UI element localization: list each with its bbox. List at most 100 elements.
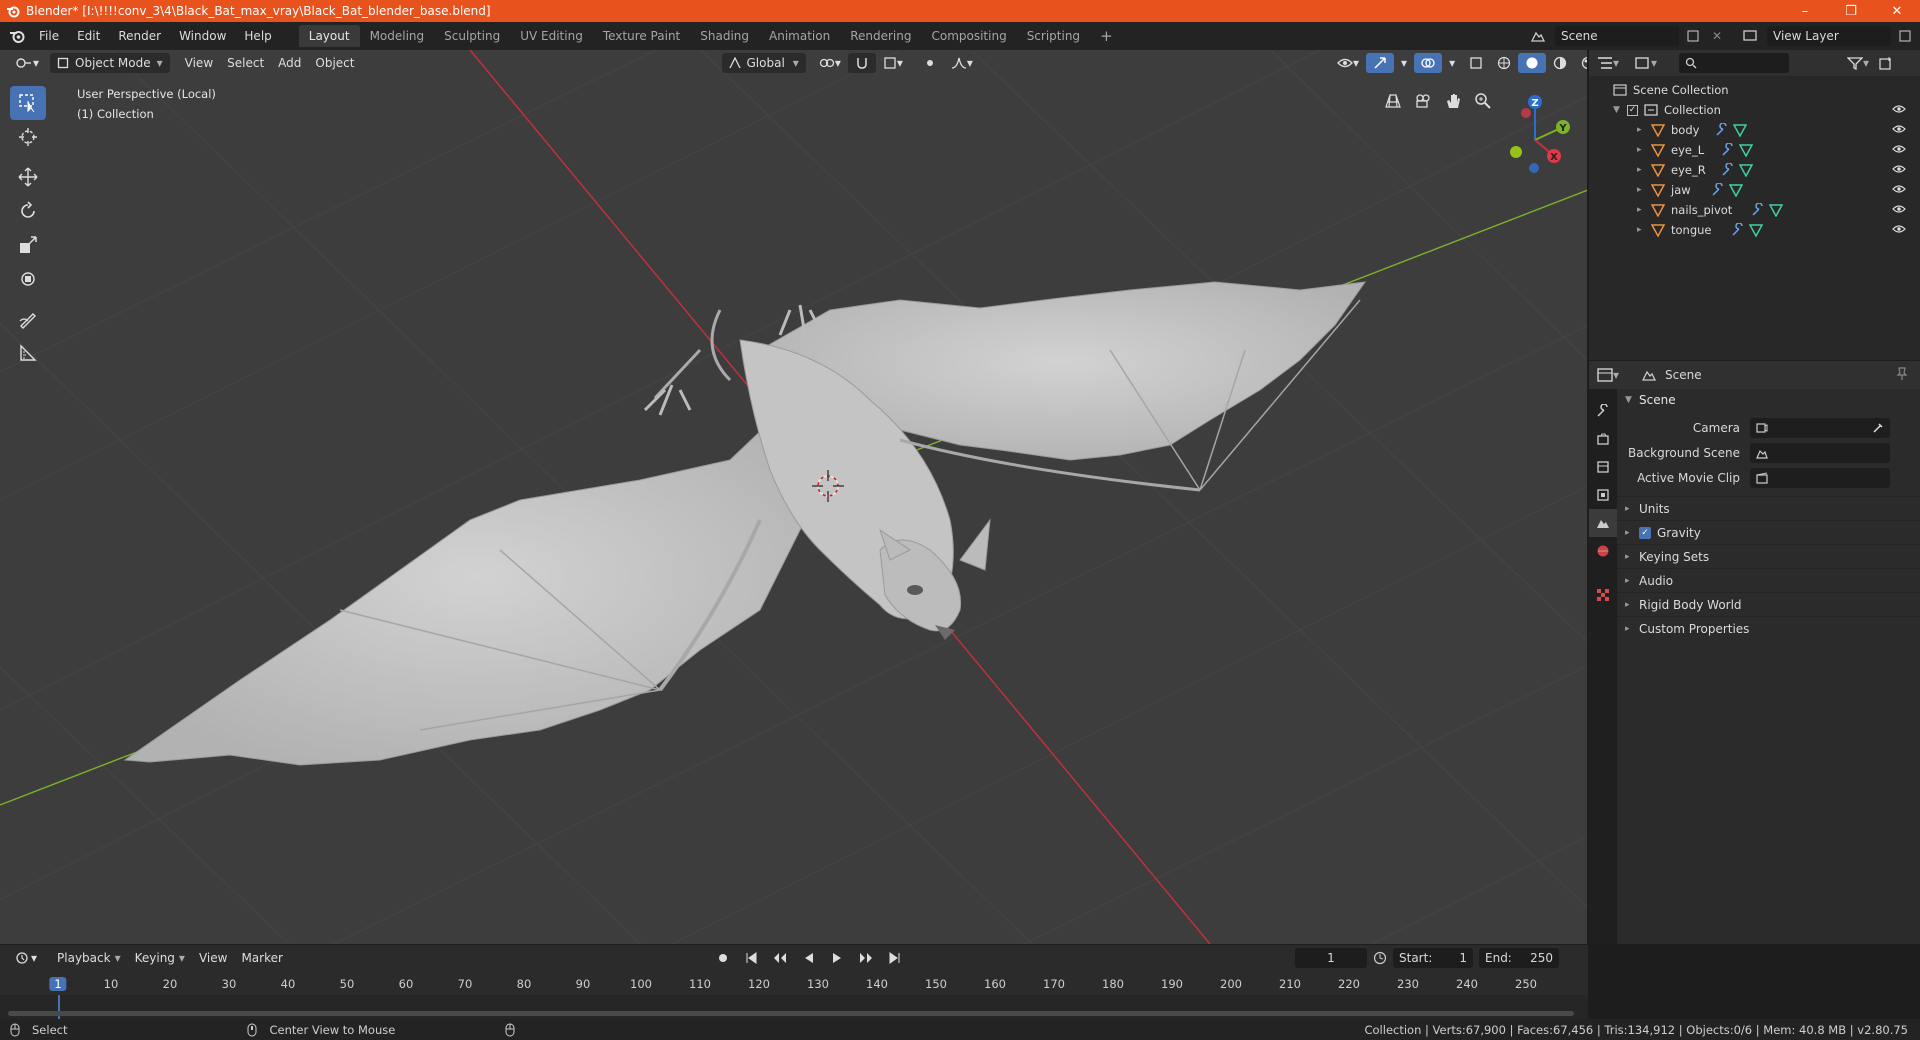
solid-shading-icon[interactable]	[1518, 53, 1547, 73]
visibility-eye-icon[interactable]	[1892, 103, 1906, 117]
tab-uv-editing[interactable]: UV Editing	[510, 25, 593, 47]
tab-rendering[interactable]: Rendering	[840, 25, 921, 47]
menu-window[interactable]: Window	[170, 22, 235, 50]
record-button[interactable]	[710, 948, 736, 968]
display-mode-icon[interactable]: ▾	[1635, 56, 1665, 70]
overlays-toggle-icon[interactable]	[1414, 53, 1443, 73]
object-mode-dropdown[interactable]: Object Mode ▾	[50, 53, 170, 73]
scale-tool[interactable]	[10, 228, 46, 262]
minimize-button[interactable]: –	[1782, 0, 1828, 22]
clock-icon[interactable]	[1373, 951, 1387, 965]
snap-target-icon[interactable]: ▾	[876, 53, 910, 73]
outliner-object-row[interactable]: ▸ eye_R	[1589, 160, 1920, 180]
render-tab-icon[interactable]	[1589, 425, 1617, 453]
gizmo-toggle-icon[interactable]	[1366, 53, 1395, 73]
visibility-eye-icon[interactable]	[1892, 203, 1906, 217]
jump-end-button[interactable]	[882, 948, 908, 968]
properties-editor-icon[interactable]: ▾	[1597, 368, 1631, 382]
close-button[interactable]: ✕	[1874, 0, 1920, 22]
outliner-object-row[interactable]: ▸ body	[1589, 120, 1920, 140]
measure-tool[interactable]	[10, 336, 46, 370]
new-collection-icon[interactable]	[1879, 56, 1893, 70]
rigid-body-world-panel-header[interactable]: ▸ Rigid Body World	[1617, 592, 1920, 616]
output-tab-icon[interactable]	[1589, 453, 1617, 481]
tab-scripting[interactable]: Scripting	[1017, 25, 1090, 47]
timeline-view-menu[interactable]: View	[192, 948, 234, 968]
tab-compositing[interactable]: Compositing	[921, 25, 1016, 47]
tab-sculpting[interactable]: Sculpting	[434, 25, 510, 47]
blender-menu-icon[interactable]	[4, 22, 30, 50]
maximize-button[interactable]: ❐	[1828, 0, 1874, 22]
rendered-shading-icon[interactable]	[1574, 53, 1587, 73]
view-layer-selector[interactable]: View Layer	[1767, 26, 1891, 46]
end-frame-field[interactable]: End: 250	[1479, 948, 1559, 968]
visibility-eye-icon[interactable]	[1892, 123, 1906, 137]
outliner-object-row[interactable]: ▸ jaw	[1589, 180, 1920, 200]
visibility-eye-icon[interactable]	[1892, 143, 1906, 157]
falloff-icon[interactable]: ▾	[944, 53, 980, 73]
keying-menu[interactable]: Keying ▾	[128, 948, 192, 968]
scene-panel-header[interactable]: ▼ Scene	[1617, 389, 1920, 411]
scene-icon[interactable]	[1525, 29, 1551, 43]
timeline-ruler[interactable]: 1 10 20 30 40 50 60 70 80 90 100 110 120…	[0, 973, 1588, 995]
scene-selector[interactable]: Scene	[1555, 26, 1679, 46]
tab-layout[interactable]: Layout	[298, 25, 360, 47]
playback-menu[interactable]: Playback ▾	[50, 948, 128, 968]
camera-field[interactable]	[1750, 417, 1890, 438]
prev-keyframe-button[interactable]	[766, 948, 794, 968]
custom-properties-panel-header[interactable]: ▸ Custom Properties	[1617, 616, 1920, 640]
new-view-layer-icon[interactable]	[1895, 30, 1915, 42]
menu-select[interactable]: Select	[220, 53, 271, 73]
gravity-panel-header[interactable]: ▸ ✓ Gravity	[1617, 520, 1920, 544]
jump-start-button[interactable]	[738, 948, 764, 968]
view-layer-icon[interactable]	[1737, 29, 1763, 43]
viewport-canvas[interactable]	[0, 50, 1588, 944]
pin-icon[interactable]	[1896, 366, 1908, 384]
view-layer-tab-icon[interactable]	[1589, 481, 1617, 509]
editor-type-icon[interactable]: ▾	[8, 53, 46, 73]
current-frame-indicator[interactable]: 1	[49, 977, 67, 991]
rotate-tool[interactable]	[10, 194, 46, 228]
snap-toggle-icon[interactable]	[847, 53, 876, 73]
timeline-scrollbar[interactable]	[8, 1011, 1574, 1016]
outliner-collection-row[interactable]: ▼ ✓ Collection	[1589, 100, 1920, 120]
navigation-gizmo[interactable]: Z Y X	[1490, 90, 1580, 180]
tab-shading[interactable]: Shading	[690, 25, 759, 47]
timeline-editor-icon[interactable]: ▾	[8, 948, 44, 968]
timeline-track-area[interactable]	[0, 995, 1588, 1019]
orientation-dropdown[interactable]: Global ▾	[721, 53, 806, 73]
wireframe-shading-icon[interactable]	[1490, 53, 1518, 73]
background-scene-field[interactable]	[1750, 442, 1890, 463]
expand-arrow-icon[interactable]: ▼	[1613, 105, 1627, 115]
select-box-tool[interactable]	[10, 86, 46, 120]
visibility-eye-icon[interactable]	[1892, 183, 1906, 197]
material-shading-icon[interactable]	[1546, 53, 1574, 73]
expand-arrow-icon[interactable]: ▸	[1637, 145, 1651, 155]
play-button[interactable]	[824, 948, 850, 968]
keying-sets-panel-header[interactable]: ▸ Keying Sets	[1617, 544, 1920, 568]
visibility-icon[interactable]: ▾	[1330, 53, 1366, 73]
active-movie-clip-field[interactable]	[1750, 467, 1890, 488]
next-keyframe-button[interactable]	[852, 948, 880, 968]
menu-object[interactable]: Object	[308, 53, 361, 73]
collection-checkbox[interactable]: ✓	[1627, 104, 1638, 116]
tab-animation[interactable]: Animation	[759, 25, 840, 47]
expand-arrow-icon[interactable]: ▸	[1637, 185, 1651, 195]
tab-texture-paint[interactable]: Texture Paint	[593, 25, 690, 47]
gizmo-options-icon[interactable]: ▾	[1394, 53, 1414, 73]
menu-view[interactable]: View	[178, 53, 220, 73]
delete-scene-icon[interactable]: ✕	[1707, 29, 1727, 43]
play-reverse-button[interactable]	[796, 948, 822, 968]
camera-view-icon[interactable]	[1410, 88, 1436, 114]
pivot-point-icon[interactable]: ▾	[812, 53, 848, 73]
expand-arrow-icon[interactable]: ▸	[1637, 125, 1651, 135]
cursor-tool[interactable]	[10, 120, 46, 154]
add-workspace-button[interactable]: +	[1090, 25, 1123, 47]
transform-tool[interactable]	[10, 262, 46, 296]
xray-toggle-icon[interactable]	[1462, 53, 1490, 73]
outliner-object-row[interactable]: ▸ nails_pivot	[1589, 200, 1920, 220]
units-panel-header[interactable]: ▸ Units	[1617, 496, 1920, 520]
start-frame-field[interactable]: Start: 1	[1393, 948, 1473, 968]
outliner-search-input[interactable]	[1679, 53, 1789, 73]
current-frame-field[interactable]: 1	[1295, 948, 1367, 968]
